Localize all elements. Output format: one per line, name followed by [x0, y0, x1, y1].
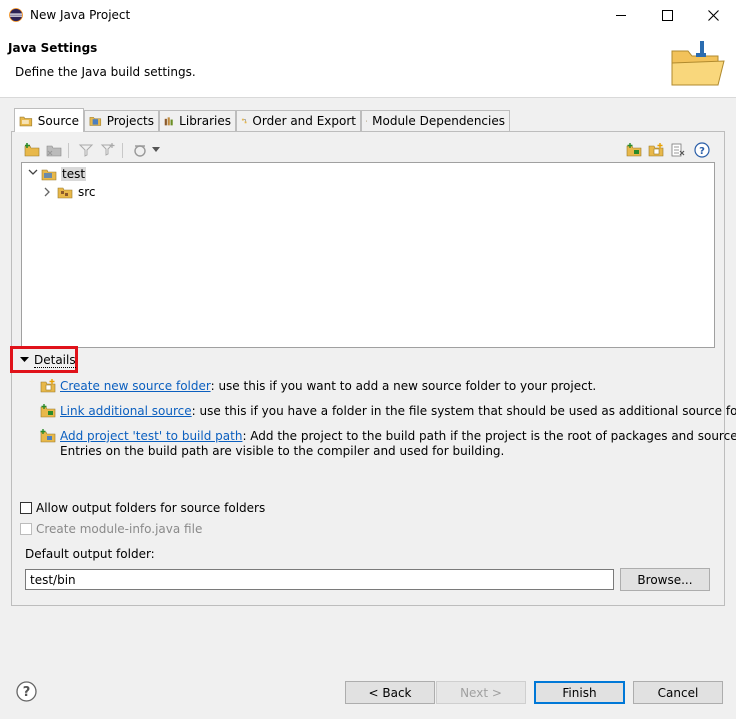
module-icon: M: [366, 120, 367, 122]
tree-item-label: src: [78, 185, 96, 199]
remove-folder-icon[interactable]: [46, 142, 62, 158]
package-folder-icon: [57, 187, 73, 199]
window-title: New Java Project: [30, 8, 131, 22]
tab-source-label: Source: [37, 113, 79, 128]
new-source-folder-icon[interactable]: [648, 142, 664, 158]
details-item-text: : use this if you want to add a new sour…: [210, 379, 597, 393]
triangle-down-icon: [20, 357, 29, 362]
allow-output-folders-option[interactable]: Allow output folders for source folders: [20, 501, 265, 515]
remove-entry-icon[interactable]: [670, 142, 686, 158]
chevron-down-icon[interactable]: [152, 147, 160, 153]
tab-module-dependencies[interactable]: M Module Dependencies: [361, 110, 510, 131]
toolbar-separator: [122, 143, 123, 158]
svg-text:?: ?: [699, 146, 705, 157]
maximize-icon: [661, 10, 673, 21]
tree-item-test[interactable]: test: [26, 165, 226, 183]
details-toggle[interactable]: Details: [20, 352, 76, 368]
add-folder-icon[interactable]: [24, 142, 40, 158]
filter-icon[interactable]: [78, 142, 94, 158]
tab-libraries-label: Libraries: [179, 114, 231, 128]
order-export-icon: [241, 118, 247, 124]
help-icon[interactable]: ?: [16, 681, 37, 702]
tree-item-src[interactable]: src: [42, 183, 242, 201]
module-info-option: Create module-info.java file: [20, 522, 202, 536]
allow-output-folders-checkbox[interactable]: [20, 502, 32, 514]
link-additional-source-link[interactable]: Link additional source: [60, 404, 192, 418]
close-button[interactable]: [690, 0, 736, 31]
tab-projects[interactable]: Projects: [84, 110, 159, 131]
finish-button[interactable]: Finish: [534, 681, 625, 704]
details-label: Details: [34, 352, 76, 368]
create-source-folder-link[interactable]: Create new source folder: [60, 379, 211, 393]
page-description: Define the Java build settings.: [15, 65, 196, 79]
svg-text:?: ?: [23, 685, 31, 700]
close-icon: [707, 10, 719, 21]
chevron-down-icon[interactable]: [28, 169, 38, 177]
details-item-text-2: Entries on the build path are visible to…: [60, 444, 505, 458]
project-icon: [89, 117, 102, 126]
source-folder-icon: [19, 116, 33, 126]
details-item-text: : Add the project to the build path if t…: [242, 429, 736, 443]
finish-button-label: Finish: [562, 685, 597, 700]
default-output-folder-label: Default output folder:: [25, 547, 155, 561]
tab-module-dependencies-label: Module Dependencies: [372, 114, 505, 128]
next-button-label: Next >: [460, 685, 502, 700]
tab-libraries[interactable]: Libraries: [159, 110, 236, 131]
module-info-label: Create module-info.java file: [36, 522, 203, 536]
new-source-folder-icon: [40, 379, 56, 393]
back-button-label: < Back: [368, 685, 412, 700]
help-icon[interactable]: ?: [694, 142, 710, 158]
maximize-button[interactable]: [644, 0, 690, 31]
module-info-checkbox: [20, 523, 32, 535]
project-folder-icon: [41, 169, 57, 181]
cancel-button[interactable]: Cancel: [633, 681, 723, 704]
tab-order-export[interactable]: Order and Export: [236, 110, 361, 131]
libraries-icon: [164, 117, 173, 126]
tree-toolbar: ?: [24, 142, 716, 160]
link-source-icon[interactable]: [626, 142, 642, 158]
back-button[interactable]: < Back: [345, 681, 435, 704]
chevron-right-icon[interactable]: [44, 187, 52, 197]
wizard-header: Java Settings Define the Java build sett…: [0, 31, 736, 98]
tab-projects-label: Projects: [106, 114, 154, 128]
default-output-folder-input[interactable]: [25, 569, 614, 590]
title-bar: New Java Project: [0, 0, 736, 32]
minimize-icon: [616, 15, 626, 16]
minimize-button[interactable]: [598, 0, 644, 31]
browse-button[interactable]: Browse...: [620, 568, 710, 591]
toolbar-separator: [68, 143, 69, 158]
page-title: Java Settings: [8, 41, 98, 55]
filter-add-icon[interactable]: [100, 142, 116, 158]
browse-button-label: Browse...: [637, 572, 693, 587]
link-source-icon: [40, 404, 56, 418]
tab-order-export-label: Order and Export: [252, 114, 356, 128]
tab-source[interactable]: Source: [14, 108, 84, 132]
next-button: Next >: [436, 681, 526, 704]
details-item-text: : use this if you have a folder in the f…: [191, 404, 736, 418]
cancel-button-label: Cancel: [657, 685, 699, 700]
source-tree[interactable]: test src: [21, 162, 715, 348]
configure-icon[interactable]: [132, 142, 148, 158]
tree-item-label: test: [61, 167, 87, 181]
folder-wizard-icon: [668, 39, 728, 89]
add-to-build-path-icon: [40, 429, 56, 443]
add-project-build-path-link[interactable]: Add project 'test' to build path: [60, 429, 242, 443]
allow-output-folders-label: Allow output folders for source folders: [36, 501, 266, 515]
eclipse-icon: [9, 8, 23, 22]
